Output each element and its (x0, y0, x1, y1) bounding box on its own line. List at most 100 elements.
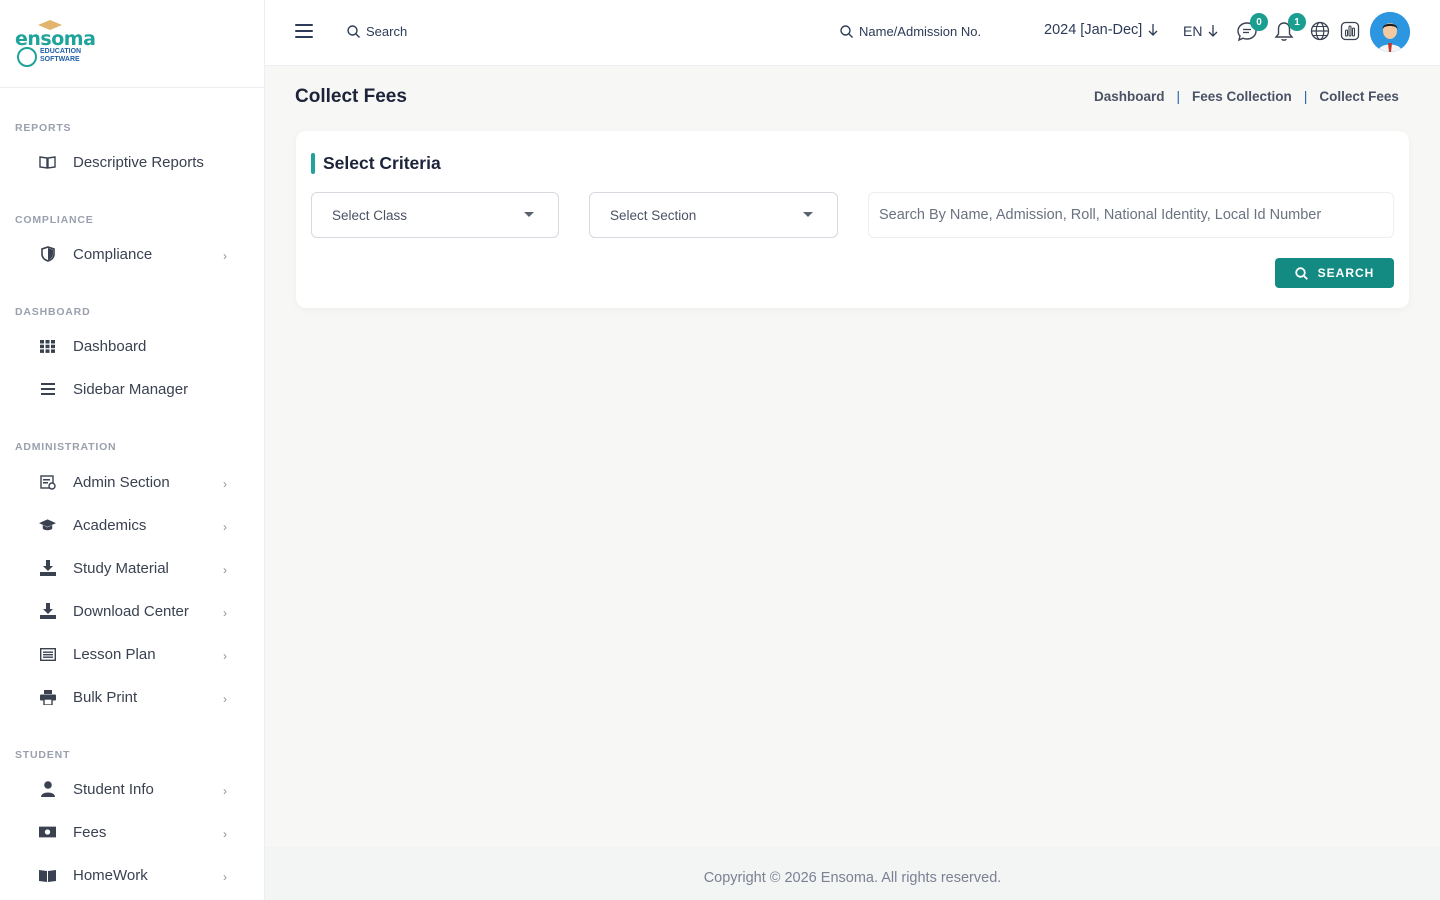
caret-down-icon (524, 212, 534, 217)
search-icon (840, 25, 853, 38)
sidebar-item-label: Study Material (73, 559, 169, 577)
chevron-right-icon: › (223, 692, 227, 706)
chevron-right-icon: › (223, 606, 227, 620)
stats-button[interactable] (1340, 21, 1362, 43)
sidebar-item-label: Lesson Plan (73, 645, 156, 663)
logo[interactable]: ensoma EDUCATION SOFTWARE (0, 0, 264, 88)
sidebar-item-label: Fees (73, 823, 107, 841)
chevron-right-icon: › (223, 249, 227, 263)
class-select[interactable]: Select Class (311, 192, 559, 238)
session-label: 2024 [Jan-Dec] (1044, 22, 1143, 38)
caret-down-icon (803, 212, 813, 217)
language-label: EN (1183, 23, 1203, 39)
messages-button[interactable]: 0 (1236, 13, 1268, 43)
title-accent-bar (311, 153, 315, 174)
sidebar-item-fees[interactable]: Fees › (0, 812, 264, 852)
notifications-button[interactable]: 1 (1274, 13, 1306, 43)
bars-icon (39, 381, 56, 398)
book-icon (39, 867, 56, 884)
search-button[interactable]: SEARCH (1275, 258, 1394, 288)
hamburger-menu-icon[interactable] (295, 24, 313, 40)
breadcrumb-collect-fees: Collect Fees (1319, 89, 1399, 104)
sidebar-item-descriptive-reports[interactable]: Descriptive Reports (0, 142, 264, 182)
sidebar-item-label: Descriptive Reports (73, 153, 204, 171)
breadcrumb: Dashboard | Fees Collection | Collect Fe… (1094, 89, 1412, 104)
sidebar-item-download-center[interactable]: Download Center › (0, 591, 264, 631)
sidebar-item-admin-section[interactable]: Admin Section › (0, 462, 264, 502)
sidebar-item-student-info[interactable]: Student Info › (0, 769, 264, 809)
card-title-text: Select Criteria (323, 153, 441, 173)
grid-icon (39, 338, 56, 355)
sidebar-item-label: Dashboard (73, 337, 147, 355)
section-label-compliance: COMPLIANCE (15, 214, 94, 226)
topbar: Search Name/Admission No. 2024 [Jan-Dec]… (265, 0, 1440, 66)
money-icon (39, 824, 56, 841)
section-select[interactable]: Select Section (589, 192, 838, 238)
messages-badge: 0 (1250, 13, 1268, 31)
name-admission-search[interactable]: Name/Admission No. (840, 24, 981, 39)
sidebar-item-label: Compliance (73, 245, 153, 263)
sidebar: ensoma EDUCATION SOFTWARE REPORTS Descri… (0, 0, 265, 900)
logo-sub-line1: EDUCATION (40, 48, 82, 55)
chevron-right-icon: › (223, 477, 227, 491)
breadcrumb-separator: | (1176, 89, 1181, 104)
sidebar-item-label: Sidebar Manager (73, 380, 189, 398)
sidebar-item-label: Admin Section (73, 473, 170, 491)
sidebar-item-dashboard[interactable]: Dashboard (0, 326, 264, 366)
language-selector[interactable]: EN (1183, 23, 1218, 39)
sidebar-item-bulk-print[interactable]: Bulk Print › (0, 677, 264, 717)
globe-button[interactable] (1310, 21, 1332, 43)
download-icon (39, 603, 56, 620)
card-title: Select Criteria (311, 153, 441, 174)
sidebar-item-homework[interactable]: HomeWork › (0, 855, 264, 895)
sidebar-item-label: HomeWork (73, 866, 148, 884)
list-icon (39, 646, 56, 663)
breadcrumb-fees-collection[interactable]: Fees Collection (1192, 89, 1292, 104)
logo-sub-line2: SOFTWARE (40, 56, 80, 63)
shield-icon (39, 246, 56, 263)
sidebar-item-sidebar-manager[interactable]: Sidebar Manager (0, 369, 264, 409)
graduation-cap-icon (39, 517, 56, 534)
search-button-label: SEARCH (1317, 266, 1375, 280)
book-open-icon (39, 154, 56, 171)
user-avatar[interactable] (1370, 12, 1410, 52)
footer: Copyright © 2026 Ensoma. All rights rese… (265, 847, 1440, 900)
top-search-label: Search (366, 24, 408, 39)
sidebar-item-study-material[interactable]: Study Material › (0, 548, 264, 588)
notifications-badge: 1 (1288, 13, 1306, 31)
arrow-down-icon (1148, 24, 1158, 36)
logo-badge-icon (17, 47, 37, 67)
name-search-label: Name/Admission No. (859, 24, 982, 39)
top-search[interactable]: Search (347, 24, 407, 39)
chart-icon (1340, 21, 1360, 41)
sidebar-item-label: Download Center (73, 602, 189, 620)
globe-icon (1310, 21, 1330, 41)
copyright-text: Copyright © 2026 Ensoma. All rights rese… (703, 869, 1002, 886)
student-search-input[interactable] (868, 192, 1394, 238)
section-label-student: STUDENT (15, 749, 71, 761)
page-title: Collect Fees (295, 86, 407, 107)
logo-subtitle: EDUCATION SOFTWARE (40, 48, 81, 64)
section-select-value: Select Section (610, 207, 697, 223)
avatar-icon (1370, 12, 1410, 52)
chevron-right-icon: › (223, 870, 227, 884)
section-label-dashboard: DASHBOARD (15, 306, 91, 318)
arrow-down-icon (1208, 25, 1218, 37)
chevron-right-icon: › (223, 649, 227, 663)
chevron-right-icon: › (223, 827, 227, 841)
session-selector[interactable]: 2024 [Jan-Dec] (1044, 22, 1158, 38)
sidebar-item-lesson-plan[interactable]: Lesson Plan › (0, 634, 264, 674)
admin-icon (39, 474, 56, 491)
breadcrumb-dashboard[interactable]: Dashboard (1094, 89, 1165, 104)
chevron-right-icon: › (223, 784, 227, 798)
sidebar-item-compliance[interactable]: Compliance › (0, 234, 264, 274)
chevron-right-icon: › (223, 520, 227, 534)
search-icon (1294, 266, 1308, 280)
sidebar-item-academics[interactable]: Academics › (0, 505, 264, 545)
sidebar-item-label: Bulk Print (73, 688, 138, 706)
sidebar-item-label: Academics (73, 516, 147, 534)
sidebar-item-label: Student Info (73, 780, 154, 798)
user-icon (39, 781, 56, 798)
section-label-reports: REPORTS (15, 122, 72, 134)
select-criteria-card: Select Criteria Select Class Select Sect… (296, 131, 1409, 308)
